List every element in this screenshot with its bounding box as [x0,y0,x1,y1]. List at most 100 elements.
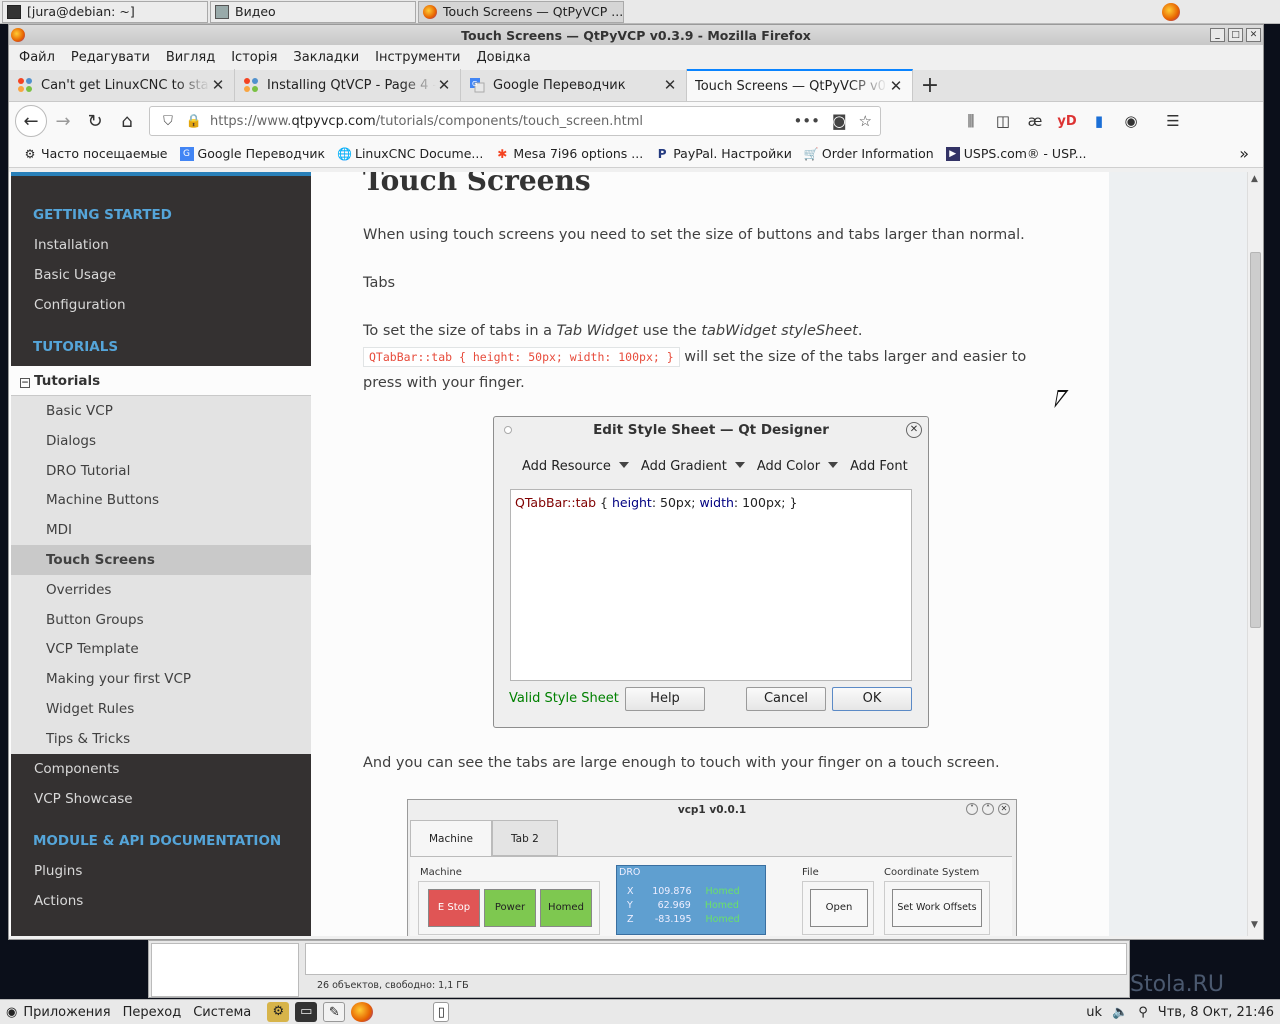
taskbar-video-folder[interactable]: Видео [210,0,416,23]
nav-actions[interactable]: Actions [11,886,311,916]
tab-touch-screens[interactable]: Touch Screens — QtPyVCP v0.3 ✕ [687,69,913,101]
extension-books-icon[interactable]: ▮ [1089,112,1109,130]
nav-tutorials-current[interactable]: − Tutorials [11,366,311,396]
terminal-launcher-icon[interactable]: ▭ [295,1002,318,1022]
tab-linuxcnc-forum[interactable]: Can't get LinuxCNC to start ✕ [9,69,235,101]
nav-making-first-vcp[interactable]: Making your first VCP [11,664,311,694]
volume-icon[interactable]: 🔈 [1112,1005,1128,1020]
bookmark-mesa[interactable]: ✱ Mesa 7i96 options ... [495,146,643,161]
lock-icon[interactable]: 🔒 [184,114,204,129]
back-button[interactable]: ← [15,105,47,137]
sidebar-icon[interactable]: ◫ [993,112,1013,130]
window-titlebar[interactable]: Touch Screens — QtPyVCP v0.3.9 - Mozilla… [9,25,1263,45]
menu-applications[interactable]: Приложения [23,1005,110,1020]
close-tab-icon[interactable]: ✕ [888,77,904,95]
google-translate-icon: G [179,146,194,161]
nav-basic-vcp[interactable]: Basic VCP [11,396,311,426]
nav-mdi[interactable]: MDI [11,515,311,545]
bookmark-linuxcnc-docs[interactable]: 🌐 LinuxCNC Docume... [337,146,483,161]
gear-icon: ⚙ [24,146,36,161]
tab-strip: Can't get LinuxCNC to start ✕ Installing… [9,69,1263,102]
help-button: Help [625,687,705,711]
reload-button[interactable]: ↻ [79,105,111,137]
nav-dialogs[interactable]: Dialogs [11,426,311,456]
nav-touch-screens[interactable]: Touch Screens [11,544,311,575]
docs-sidebar: GETTING STARTED Installation Basic Usage… [11,172,311,936]
yandex-translate-icon[interactable]: yD [1057,114,1077,129]
library-icon[interactable]: ⫼ [961,112,981,130]
nav-widget-rules[interactable]: Widget Rules [11,694,311,724]
minimize-button[interactable]: _ [1210,28,1225,42]
show-desktop-icon[interactable]: ▯ [433,1002,450,1022]
scroll-up-icon[interactable]: ▲ [1251,174,1258,184]
tab-google-translate[interactable]: G Google Переводчик ✕ [461,69,687,101]
nav-vcp-template[interactable]: VCP Template [11,634,311,664]
firefox-tray-icon[interactable] [1162,3,1180,21]
menu-system[interactable]: Система [193,1005,251,1020]
bookmark-google-translate[interactable]: G Google Переводчик [179,146,325,161]
tab-installing-qtvcp[interactable]: Installing QtVCP - Page 4 - L ✕ [235,69,461,101]
network-icon[interactable]: ⚲ [1138,1005,1148,1020]
keyboard-layout-indicator[interactable]: uk [1086,1005,1102,1020]
more-bookmarks-icon[interactable]: » [1239,144,1249,163]
close-window-button[interactable]: ✕ [1246,28,1261,42]
menu-help[interactable]: Довідка [476,50,530,65]
nav-plugins[interactable]: Plugins [11,856,311,886]
menu-file[interactable]: Файл [19,50,55,65]
new-tab-button[interactable]: + [913,69,947,101]
menu-history[interactable]: Історія [231,50,277,65]
synaptic-launcher-icon[interactable]: ⚙ [267,1002,290,1022]
bookmark-usps[interactable]: ▶ USPS.com® - USP... [945,146,1087,161]
bookmark-order-info[interactable]: 🛒 Order Information [804,146,934,161]
nav-tips-tricks[interactable]: Tips & Tricks [11,724,311,754]
bookmark-star-icon[interactable]: ☆ [859,112,872,130]
clock[interactable]: Чтв, 8 Окт, 21:46 [1158,1005,1274,1020]
shield-icon[interactable]: ⛉ [158,114,178,129]
collapse-icon[interactable]: − [20,378,30,388]
wallpaper-watermark: Stola.RU [1130,972,1225,997]
menu-edit[interactable]: Редагувати [71,50,150,65]
vcp-open-button: Open [810,889,868,927]
vcp-file-label: File [802,867,819,878]
taskbar-terminal[interactable]: [jura@debian: ~] [2,0,208,23]
bottom-panel: ◉ Приложения Переход Система ⚙ ▭ ✎ ▯ uk … [0,999,1280,1024]
nav-components[interactable]: Components [11,754,311,784]
page-scrollbar[interactable]: ▲ ▼ [1247,172,1263,936]
vcp-coordinate-label: Coordinate System [884,867,980,878]
maximize-button[interactable]: □ [1228,28,1243,42]
close-tab-icon[interactable]: ✕ [662,76,678,94]
vcp-estop-button: E Stop [428,889,480,927]
url-text[interactable]: https://www.qtpyvcp.com/tutorials/compon… [210,114,793,129]
nav-button-groups[interactable]: Button Groups [11,605,311,635]
text-editor-launcher-icon[interactable]: ✎ [323,1002,346,1022]
scrollbar-thumb[interactable] [1250,252,1261,628]
home-button[interactable]: ⌂ [111,105,143,137]
nav-configuration[interactable]: Configuration [11,290,311,320]
taskbar-firefox[interactable]: Touch Screens — QtPyVCP ... [418,0,624,23]
menu-bookmarks[interactable]: Закладки [293,50,359,65]
nav-dro-tutorial[interactable]: DRO Tutorial [11,456,311,486]
page-actions-icon[interactable]: ••• [793,112,820,130]
close-tab-icon[interactable]: ✕ [436,76,452,94]
vcp-machine-label: Machine [420,867,462,878]
bookmark-paypal[interactable]: P PayPal. Настройки [655,146,792,161]
close-tab-icon[interactable]: ✕ [210,76,226,94]
url-bar[interactable]: ⛉ 🔒 https://www.qtpyvcp.com/tutorials/co… [149,106,881,136]
extension-ae-icon[interactable]: æ [1025,112,1045,130]
caption-getting-started: GETTING STARTED [33,207,172,223]
nav-vcp-showcase[interactable]: VCP Showcase [11,784,311,814]
firefox-launcher-icon[interactable] [351,1002,374,1022]
menu-places[interactable]: Переход [123,1005,182,1020]
nav-overrides[interactable]: Overrides [11,575,311,605]
menu-view[interactable]: Вигляд [166,50,215,65]
nav-installation[interactable]: Installation [11,230,311,260]
pocket-icon[interactable]: ◙ [832,112,847,130]
scroll-down-icon[interactable]: ▼ [1251,920,1258,930]
bookmark-most-visited[interactable]: ⚙ Часто посещаемые [23,146,168,161]
nav-machine-buttons[interactable]: Machine Buttons [11,485,311,515]
menu-tools[interactable]: Інструменти [375,50,460,65]
forward-button[interactable]: → [47,105,79,137]
nav-basic-usage[interactable]: Basic Usage [11,260,311,290]
account-icon[interactable]: ◉ [1121,112,1141,130]
hamburger-menu-icon[interactable]: ☰ [1163,112,1183,130]
